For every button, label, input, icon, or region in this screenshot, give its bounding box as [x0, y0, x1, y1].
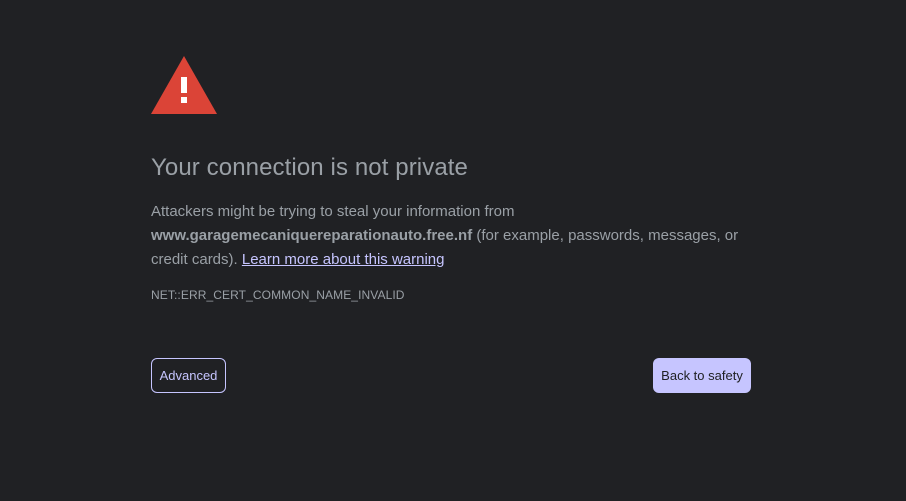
- back-to-safety-button[interactable]: Back to safety: [653, 358, 751, 393]
- site-domain: www.garagemecaniquereparationauto.free.n…: [151, 227, 473, 244]
- privacy-error-page: Your connection is not private Attackers…: [0, 0, 906, 501]
- advanced-button[interactable]: Advanced: [151, 358, 226, 393]
- warning-triangle-icon: [151, 56, 217, 114]
- error-code: NET::ERR_CERT_COMMON_NAME_INVALID: [151, 288, 405, 302]
- error-description: Attackers might be trying to steal your …: [151, 200, 751, 272]
- description-prefix: Attackers might be trying to steal your …: [151, 203, 515, 220]
- page-title: Your connection is not private: [151, 154, 468, 181]
- learn-more-link[interactable]: Learn more about this warning: [242, 251, 445, 268]
